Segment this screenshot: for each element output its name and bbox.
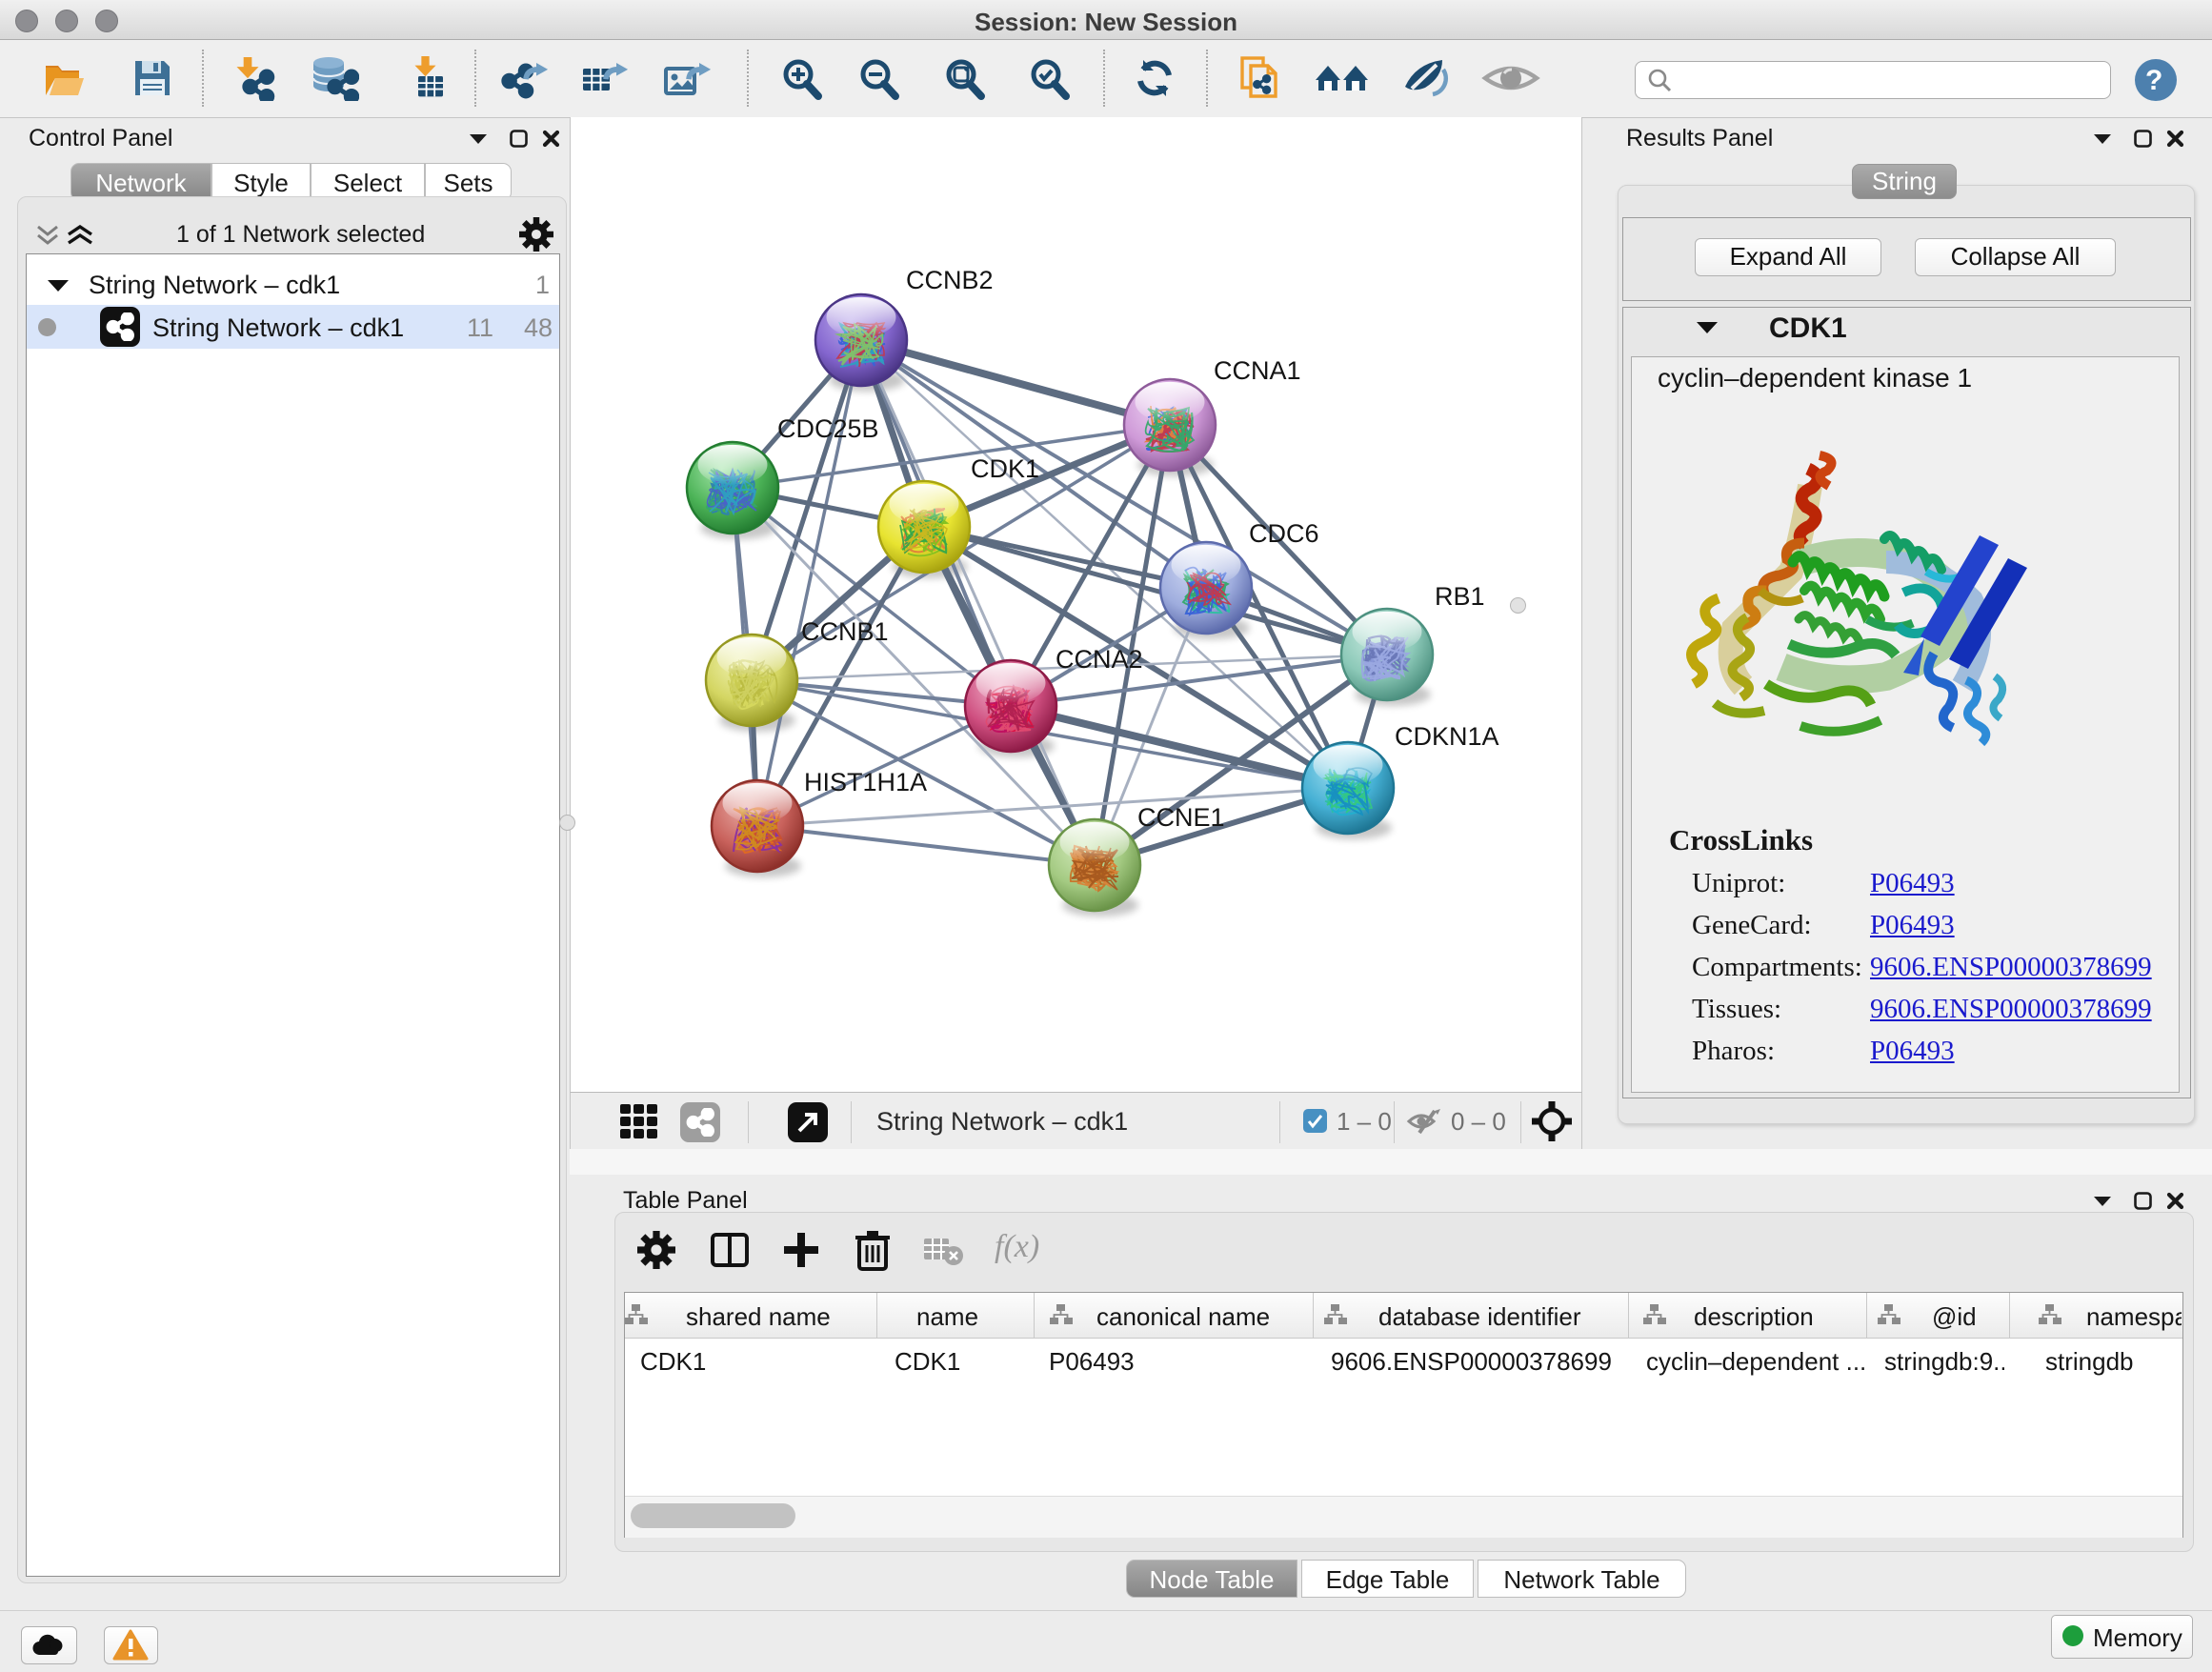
svg-text:HIST1H1A: HIST1H1A: [804, 768, 927, 796]
svg-text:CCNA2: CCNA2: [1056, 645, 1143, 674]
svg-text:CDC25B: CDC25B: [777, 414, 879, 443]
svg-text:CCNE1: CCNE1: [1137, 803, 1225, 832]
svg-text:CDKN1A: CDKN1A: [1395, 722, 1499, 751]
svg-text:RB1: RB1: [1435, 582, 1485, 611]
svg-text:CCNB1: CCNB1: [801, 617, 889, 646]
svg-text:CCNA1: CCNA1: [1214, 356, 1301, 385]
svg-text:CCNB2: CCNB2: [906, 266, 994, 294]
svg-text:CDK1: CDK1: [971, 454, 1039, 483]
svg-text:CDC6: CDC6: [1249, 519, 1319, 548]
